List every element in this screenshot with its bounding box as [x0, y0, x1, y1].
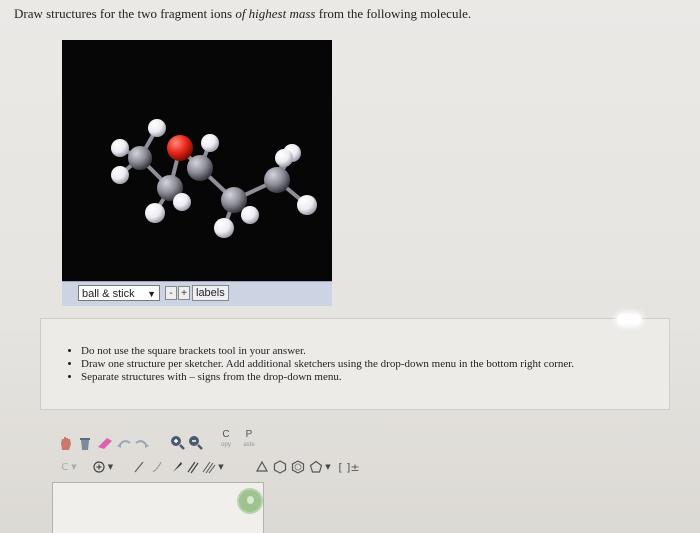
pentagon-ring-icon [310, 460, 323, 473]
instruction-item: Do not use the square brackets tool in y… [81, 345, 574, 358]
ring-template-dropdown[interactable]: ▼ [308, 456, 332, 478]
oxygen-atom [167, 135, 193, 161]
charge-tool-dropdown[interactable]: ▼ [90, 456, 116, 478]
wedge-bond-icon[interactable] [170, 456, 184, 478]
molecule-model[interactable] [62, 40, 332, 282]
screen-glare [617, 314, 641, 325]
sketcher-canvas[interactable] [52, 482, 264, 533]
zoom-out-icon[interactable] [188, 432, 204, 454]
question-suffix: from the following molecule. [315, 6, 472, 21]
hydrogen-atom [241, 206, 259, 224]
page: Draw structures for the two fragment ion… [0, 0, 700, 533]
erase-all-icon[interactable] [76, 432, 94, 454]
zoom-out-button[interactable]: - [165, 286, 177, 300]
sketcher-toolbar-top: Copy Paste [58, 430, 268, 454]
check-answer-icon[interactable] [237, 488, 263, 514]
benzene-ring-icon[interactable] [290, 456, 306, 478]
chevron-down-icon: ▼ [147, 289, 156, 299]
hydrogen-atom [214, 218, 234, 238]
copy-button[interactable]: Copy [218, 430, 234, 450]
triple-bond-icon [202, 461, 216, 474]
sketcher-toolbar-bottom: C ▼ ▼ ▼ ▼ []± [58, 456, 368, 478]
molecule-viewer[interactable]: ball & stick ▼ - + labels [62, 40, 332, 306]
labels-button[interactable]: labels [192, 285, 229, 301]
chevron-down-icon: ▼ [107, 463, 114, 471]
hydrogen-atom [111, 139, 129, 157]
zoom-in-button[interactable]: + [178, 286, 190, 300]
carbon-atom [221, 187, 247, 213]
chevron-down-icon: ▼ [325, 463, 331, 471]
hydrogen-atom [275, 149, 293, 167]
hand-tool-icon[interactable] [58, 432, 74, 454]
brackets-tool-button[interactable]: [ ]± [336, 456, 362, 478]
zoom-in-icon[interactable] [170, 432, 186, 454]
triple-bond-dropdown[interactable]: ▼ [200, 456, 226, 478]
paste-sub-label: aste [243, 442, 255, 448]
element-c-icon: C [61, 461, 69, 473]
chevron-down-icon: ▼ [71, 463, 77, 471]
carbon-atom [187, 155, 213, 181]
element-select-dropdown[interactable]: C ▼ [58, 456, 80, 478]
undo-icon[interactable] [116, 432, 132, 454]
hydrogen-atom [201, 134, 219, 152]
chevron-down-icon: ▼ [218, 463, 224, 471]
instruction-item: Draw one structure per sketcher. Add add… [81, 358, 574, 371]
paste-label: P [245, 429, 253, 440]
instructions-panel: Do not use the square brackets tool in y… [40, 318, 670, 410]
hashed-bond-icon[interactable] [150, 456, 164, 478]
hydrogen-atom [145, 203, 165, 223]
copy-sub-label: opy [221, 442, 231, 448]
render-style-select[interactable]: ball & stick ▼ [78, 285, 160, 301]
instruction-item: Separate structures with – signs from th… [81, 371, 574, 384]
carbon-atom [264, 167, 290, 193]
paste-button[interactable]: Paste [240, 430, 258, 450]
copy-label: C [222, 429, 230, 440]
eraser-icon[interactable] [96, 432, 114, 454]
cyclopropane-ring-icon[interactable] [254, 456, 270, 478]
instructions-list: Do not use the square brackets tool in y… [41, 345, 574, 384]
double-bond-icon[interactable] [186, 456, 200, 478]
hydrogen-atom [148, 119, 166, 137]
hydrogen-atom [297, 195, 317, 215]
carbon-atom [128, 146, 152, 170]
question-prefix: Draw structures for the two fragment ion… [14, 6, 236, 21]
hydrogen-atom [111, 166, 129, 184]
question-emphasis: of highest mass [235, 6, 316, 21]
question-text: Draw structures for the two fragment ion… [14, 6, 471, 22]
redo-icon[interactable] [134, 432, 150, 454]
viewer-controls: ball & stick ▼ - + labels [62, 281, 332, 306]
hydrogen-atom [173, 193, 191, 211]
single-bond-icon[interactable] [132, 456, 146, 478]
render-style-value: ball & stick [82, 288, 135, 300]
plus-circle-icon [93, 461, 105, 473]
hexagon-ring-icon[interactable] [272, 456, 288, 478]
